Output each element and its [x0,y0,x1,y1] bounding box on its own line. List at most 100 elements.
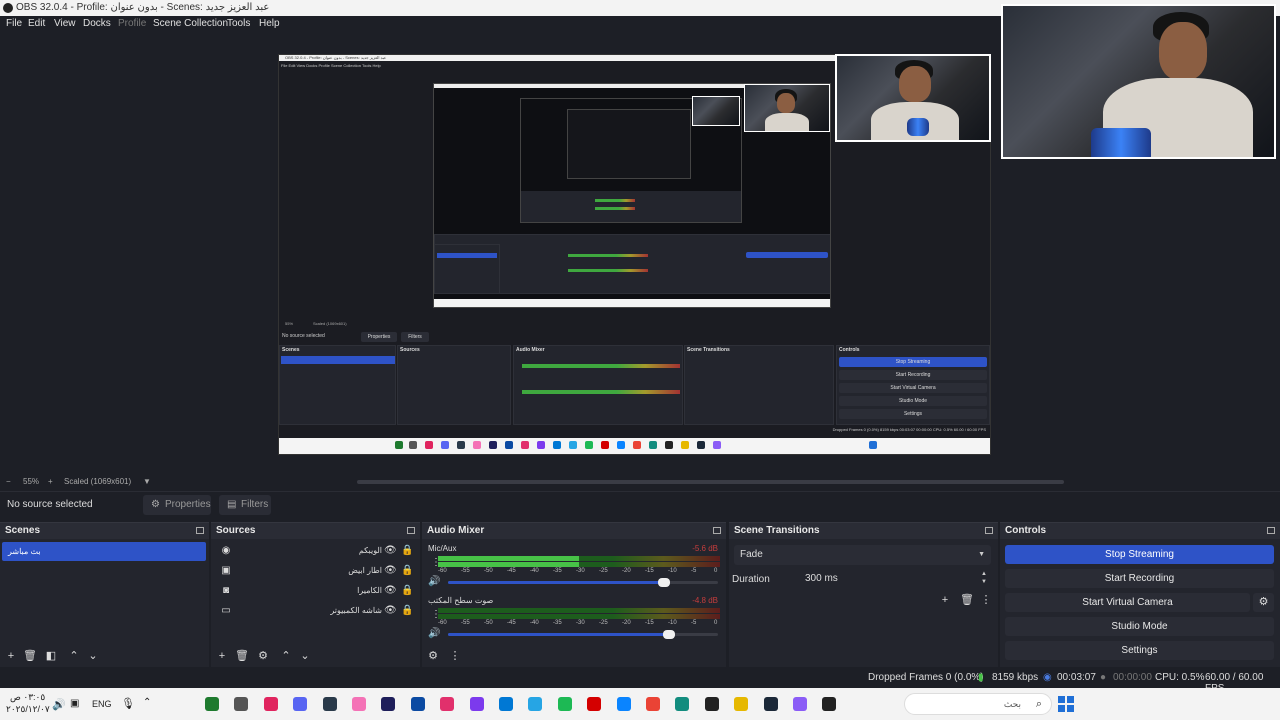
taskbar-app-icon[interactable] [763,697,778,711]
taskbar-search[interactable]: بحث ⌕ [904,693,1052,715]
zoom-out-button[interactable]: − [6,477,11,486]
speaker-icon[interactable]: 🔊 [428,577,440,587]
taskbar-app-icon[interactable] [734,697,749,711]
menu-file[interactable]: File [6,17,22,31]
taskbar-app-icon[interactable] [234,697,249,711]
dock-undock-icon[interactable] [713,527,721,534]
lock-icon[interactable]: 🔒 [401,605,413,617]
volume-slider[interactable] [448,630,718,639]
channel-menu-icon[interactable]: ⋮ [431,558,441,568]
taskbar-app-icon[interactable] [263,697,278,711]
volume-icon[interactable]: 🔊 [52,698,66,711]
taskbar-app-icon[interactable] [293,697,308,711]
virtual-camera-settings-icon[interactable]: ⚙ [1253,593,1274,612]
stream-time: 00:03:07 [1057,672,1096,683]
scale-dropdown-icon[interactable]: ▼ [143,477,151,486]
remove-scene-icon[interactable]: 🗑 [23,650,37,662]
menu-view[interactable]: View [54,17,76,31]
taskbar-app-icon[interactable] [381,697,396,711]
microphone-icon[interactable]: 🎙 [121,697,135,710]
visibility-eye-icon[interactable]: 👁 [384,605,397,617]
remove-transition-icon[interactable]: 🗑 [960,594,974,606]
source-row[interactable]: ▣ اطار ابيض 👁 🔒 [211,561,420,581]
meter-tick-label: -35 [553,620,562,626]
menu-profile[interactable]: Profile [118,17,146,31]
move-down-icon[interactable]: ⌄ [299,650,311,662]
duration-spinbox[interactable]: 300 ms ▲ ▼ [777,569,991,589]
volume-slider[interactable] [448,578,718,587]
taskbar-app-icon[interactable] [616,697,631,711]
taskbar-app-icon[interactable] [469,697,484,711]
advanced-audio-icon[interactable]: ⚙ [427,650,439,662]
scene-filters-icon[interactable]: ◧ [45,650,57,662]
lock-icon[interactable]: 🔒 [401,565,413,577]
dock-undock-icon[interactable] [985,527,993,534]
source-row[interactable]: ▭ شاشه الكمبيوتر 👁 🔒 [211,601,420,621]
visibility-eye-icon[interactable]: 👁 [384,545,397,557]
menu-docks[interactable]: Docks [83,17,111,31]
settings-button[interactable]: Settings [1005,641,1274,660]
dock-undock-icon[interactable] [407,527,415,534]
move-up-icon[interactable]: ⌃ [68,650,80,662]
volume-knob[interactable] [658,578,670,587]
menu-edit[interactable]: Edit [28,17,45,31]
clock-time[interactable]: ٠٣:٠٥ ص [10,692,45,703]
taskbar-app-icon[interactable] [822,697,837,711]
source-row[interactable]: ◉ الويبكم 👁 🔒 [211,541,420,561]
add-transition-icon[interactable]: + [939,594,951,606]
visibility-eye-icon[interactable]: 👁 [384,585,397,597]
tray-chevron-icon[interactable]: ⌃ [143,697,151,708]
taskbar-app-icon[interactable] [587,697,602,711]
taskbar-app-icon[interactable] [557,697,572,711]
studio-mode-button[interactable]: Studio Mode [1005,617,1274,636]
dock-undock-icon[interactable] [196,527,204,534]
source-row[interactable]: ◙ الكاميرا 👁 🔒 [211,581,420,601]
taskbar-app-icon[interactable] [793,697,807,711]
taskbar-app-icon[interactable] [675,697,690,711]
add-scene-icon[interactable]: + [5,650,17,662]
taskbar-app-icon[interactable] [440,697,455,711]
start-virtual-camera-button[interactable]: Start Virtual Camera [1005,593,1250,612]
menu-help[interactable]: Help [259,17,280,31]
visibility-eye-icon[interactable]: 👁 [384,565,397,577]
preview-scrollbar[interactable] [357,480,1064,484]
transition-select[interactable]: Fade ▼ [734,545,991,565]
taskbar-app-icon[interactable] [528,697,543,711]
source-properties-icon[interactable]: ⚙ [257,650,269,662]
taskbar-app-icon[interactable] [205,697,219,711]
volume-knob[interactable] [663,630,676,639]
taskbar-app-icon[interactable] [704,697,719,711]
lock-icon[interactable]: 🔒 [401,545,413,557]
taskbar-app-icon[interactable] [646,697,660,711]
cpu-usage: CPU: 0.5% [1155,672,1205,683]
channel-menu-icon[interactable]: ⋮ [431,610,441,620]
language-indicator[interactable]: ENG [92,699,112,709]
spin-arrows-icon[interactable]: ▲ ▼ [981,570,987,586]
taskbar-app-icon[interactable] [410,697,425,711]
add-source-icon[interactable]: + [216,650,228,662]
taskbar-app-icon[interactable] [322,697,337,711]
mixer-menu-icon[interactable]: ⋮ [449,650,461,662]
taskbar-app-icon[interactable] [352,697,366,711]
zoom-in-button[interactable]: + [48,477,53,486]
dock-undock-icon[interactable] [1267,527,1275,534]
move-up-icon[interactable]: ⌃ [280,650,292,662]
network-icon[interactable]: ▣ [70,698,79,709]
remove-source-icon[interactable]: 🗑 [235,650,249,662]
transition-menu-icon[interactable]: ⋮ [980,594,992,606]
nested-status: Dropped Frames 0 (0.0%) 8159 kbps 00:03:… [832,427,986,432]
clock-date[interactable]: ٢٠٢٥/١٢/٠٧ [6,704,50,715]
taskbar-app-icon[interactable] [499,697,513,711]
lock-icon[interactable]: 🔒 [401,585,413,597]
windows-start-icon[interactable] [1058,696,1074,712]
scene-item[interactable]: بث مباشر [2,542,206,561]
menu-tools[interactable]: Tools [227,17,250,31]
properties-button[interactable]: ⚙ Properties [143,495,211,515]
start-recording-button[interactable]: Start Recording [1005,569,1274,588]
stop-streaming-button[interactable]: Stop Streaming [1005,545,1274,564]
move-down-icon[interactable]: ⌄ [87,650,99,662]
speaker-icon[interactable]: 🔊 [428,629,440,639]
filters-button[interactable]: ▤ Filters [219,495,271,515]
search-icon: ⌕ [1035,698,1042,710]
menu-scene-collection[interactable]: Scene Collection [153,17,228,31]
